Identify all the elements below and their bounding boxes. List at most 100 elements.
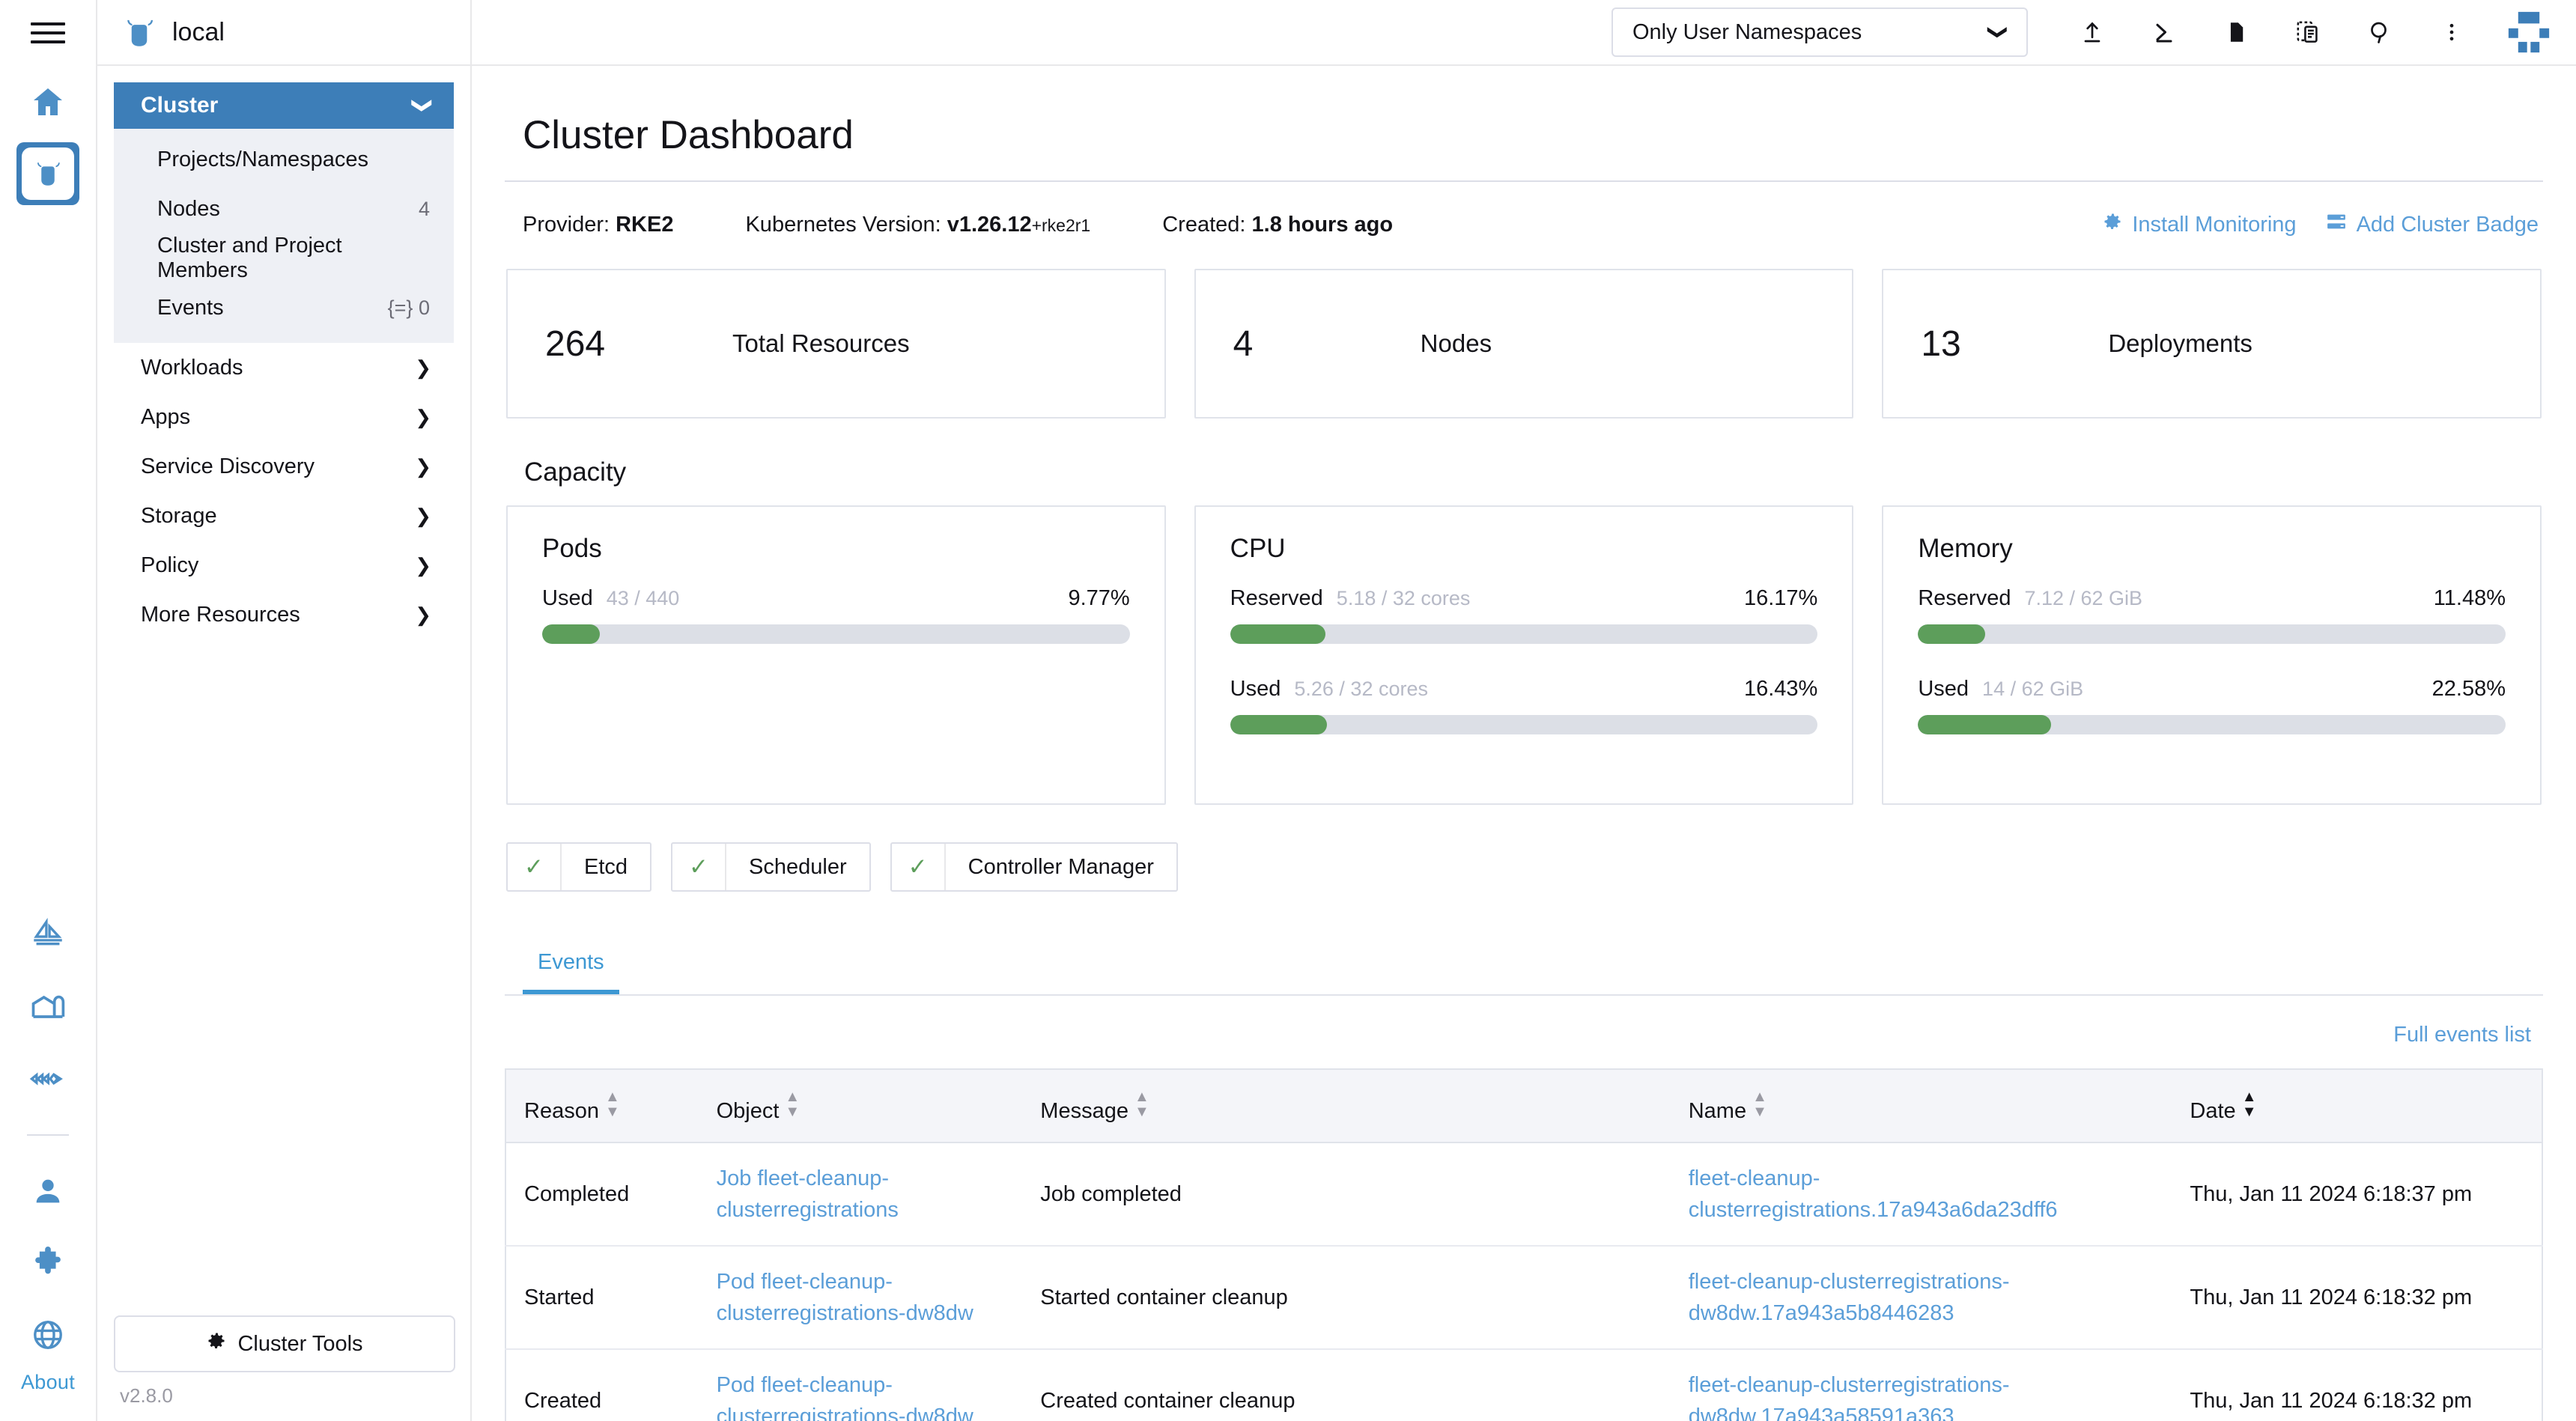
table-row[interactable]: Started Pod fleet-cleanup-clusterregistr… — [505, 1246, 2542, 1349]
gauge-label: Reserved — [1918, 586, 2011, 611]
cell-object: Job fleet-cleanup-clusterregistrations — [699, 1142, 1023, 1246]
namespace-filter-value: Only User Namespaces — [1632, 20, 1862, 45]
gauge-pods-used: Used 43 / 440 9.77% — [542, 586, 1130, 651]
sidebar-item-more-resources[interactable]: More Resources ❯ — [114, 590, 454, 639]
component-status-scheduler[interactable]: ✓ Scheduler — [671, 842, 871, 892]
rail-item-global-settings[interactable] — [16, 1303, 79, 1366]
events-table-head: Reason▲▼ Object▲▼ Message▲▼ Name▲▼ Date▲… — [505, 1069, 2542, 1142]
capacity-cards: Pods Used 43 / 440 9.77% CPU R — [505, 505, 2543, 805]
column-header-message[interactable]: Message▲▼ — [1022, 1069, 1670, 1142]
sidebar-item-label: More Resources — [141, 603, 300, 627]
table-header-row: Reason▲▼ Object▲▼ Message▲▼ Name▲▼ Date▲… — [505, 1069, 2542, 1142]
gauge-percent: 16.43% — [1744, 677, 1817, 702]
meta-kubernetes-version: Kubernetes Version: v1.26.12+rke2r1 — [745, 213, 1090, 237]
copy-kubeconfig-icon[interactable] — [2272, 0, 2344, 65]
about-link[interactable]: About — [21, 1371, 75, 1414]
install-monitoring-link[interactable]: Install Monitoring — [2102, 211, 2296, 238]
event-name-link[interactable]: fleet-cleanup-clusterregistrations-dw8dw… — [1689, 1373, 2010, 1421]
object-link[interactable]: Pod fleet-cleanup-clusterregistrations-d… — [717, 1270, 973, 1325]
cell-date: Thu, Jan 11 2024 6:18:32 pm — [2172, 1349, 2542, 1421]
sidebar-item-label: Workloads — [141, 356, 243, 380]
top-bar: Only User Namespaces ❯ — [472, 0, 2576, 66]
rail-divider — [27, 1134, 69, 1136]
cell-message: Created container cleanup — [1022, 1349, 1670, 1421]
component-status-controller-manager[interactable]: ✓ Controller Manager — [890, 842, 1178, 892]
tab-events[interactable]: Events — [523, 934, 619, 994]
home-icon — [30, 84, 66, 120]
sidebar-item-policy[interactable]: Policy ❯ — [114, 541, 454, 590]
app-root: About local Cluster ❯ Projects/Namespace… — [0, 0, 2576, 1421]
sidebar-item-projects-namespaces[interactable]: Projects/Namespaces — [114, 135, 454, 184]
overflow-menu-icon[interactable] — [2416, 0, 2488, 65]
sidebar-item-workloads[interactable]: Workloads ❯ — [114, 343, 454, 392]
cell-reason: Completed — [505, 1142, 699, 1246]
rail-item-cluster-local[interactable] — [16, 142, 79, 205]
stat-value: 264 — [545, 323, 732, 365]
rail-primary-icons — [0, 66, 97, 210]
cell-name: fleet-cleanup-clusterregistrations.17a94… — [1671, 1142, 2172, 1246]
event-name-link[interactable]: fleet-cleanup-clusterregistrations.17a94… — [1689, 1166, 2058, 1222]
sidebar-item-label: Cluster and Project Members — [157, 234, 430, 283]
events-table: Reason▲▼ Object▲▼ Message▲▼ Name▲▼ Date▲… — [505, 1068, 2543, 1421]
stat-card-total-resources: 264 Total Resources — [506, 269, 1166, 419]
rail-item-charts[interactable] — [16, 904, 79, 967]
table-row[interactable]: Completed Job fleet-cleanup-clusterregis… — [505, 1142, 2542, 1246]
gauge-percent: 9.77% — [1068, 586, 1129, 611]
object-link[interactable]: Pod fleet-cleanup-clusterregistrations-d… — [717, 1373, 973, 1421]
add-cluster-badge-link[interactable]: Add Cluster Badge — [2325, 210, 2539, 239]
sidebar-item-cluster-and-project-members[interactable]: Cluster and Project Members — [114, 234, 454, 283]
table-row[interactable]: Created Pod fleet-cleanup-clusterregistr… — [505, 1349, 2542, 1421]
events-actions: Full events list — [505, 996, 2543, 1068]
rail-item-extensions[interactable] — [16, 1232, 79, 1294]
import-yaml-icon[interactable] — [2056, 0, 2128, 65]
sidebar-nav: Cluster ❯ Projects/Namespaces Nodes 4 Cl… — [97, 66, 470, 639]
gauge-bar — [1230, 624, 1818, 644]
top-bar-actions — [2056, 0, 2576, 65]
chevron-right-icon: ❯ — [415, 407, 431, 427]
component-status-etcd[interactable]: ✓ Etcd — [506, 842, 651, 892]
kubectl-shell-icon[interactable] — [2128, 0, 2200, 65]
gauge-cpu-reserved: Reserved 5.18 / 32 cores 16.17% — [1230, 586, 1818, 651]
wheat-icon — [28, 1059, 67, 1098]
sidebar-item-service-discovery[interactable]: Service Discovery ❯ — [114, 442, 454, 491]
component-label: Etcd — [562, 844, 650, 890]
sort-icon: ▲▼ — [1134, 1089, 1149, 1119]
meta-created: Created: 1.8 hours ago — [1162, 213, 1393, 237]
rancher-cow-icon — [123, 16, 156, 49]
capacity-card-title: Pods — [542, 534, 1130, 586]
stat-value: 13 — [1921, 323, 2108, 365]
object-link[interactable]: Job fleet-cleanup-clusterregistrations — [717, 1166, 899, 1222]
sort-icon-active: ▲▼ — [2242, 1089, 2257, 1119]
sort-icon: ▲▼ — [605, 1089, 620, 1119]
sidebar-item-label: Storage — [141, 504, 217, 529]
event-name-link[interactable]: fleet-cleanup-clusterregistrations-dw8dw… — [1689, 1270, 2010, 1325]
file-icon[interactable] — [2200, 0, 2272, 65]
hamburger-menu-icon[interactable] — [0, 0, 97, 66]
full-events-list-link[interactable]: Full events list — [2393, 1023, 2531, 1047]
globe-icon — [30, 1317, 66, 1353]
column-header-name[interactable]: Name▲▼ — [1671, 1069, 2172, 1142]
check-icon: ✓ — [508, 844, 562, 890]
app-grid-icon[interactable] — [2495, 0, 2563, 65]
rail-item-users-and-authentication[interactable] — [16, 1160, 79, 1223]
sidebar-item-events[interactable]: Events {=} 0 — [114, 283, 454, 332]
rail-item-continuous-delivery[interactable] — [16, 1047, 79, 1110]
column-header-object[interactable]: Object▲▼ — [699, 1069, 1023, 1142]
sidebar-item-storage[interactable]: Storage ❯ — [114, 491, 454, 541]
check-icon: ✓ — [892, 844, 946, 890]
sidebar-item-apps[interactable]: Apps ❯ — [114, 392, 454, 442]
column-header-reason[interactable]: Reason▲▼ — [505, 1069, 699, 1142]
namespace-filter-select[interactable]: Only User Namespaces ❯ — [1611, 7, 2028, 57]
search-icon[interactable] — [2344, 0, 2416, 65]
check-icon: ✓ — [672, 844, 726, 890]
column-header-date[interactable]: Date▲▼ — [2172, 1069, 2542, 1142]
stat-value: 4 — [1233, 323, 1421, 365]
capacity-card-pods: Pods Used 43 / 440 9.77% — [506, 505, 1166, 805]
cluster-tools-button[interactable]: Cluster Tools — [114, 1315, 455, 1372]
chevron-down-icon: ❯ — [413, 97, 433, 114]
sidebar-item-nodes[interactable]: Nodes 4 — [114, 184, 454, 234]
sidebar-group-cluster[interactable]: Cluster ❯ — [114, 82, 454, 129]
rail-item-home[interactable] — [16, 70, 79, 133]
rail-secondary-icons: About — [16, 899, 79, 1421]
rail-item-fleet[interactable] — [16, 976, 79, 1038]
